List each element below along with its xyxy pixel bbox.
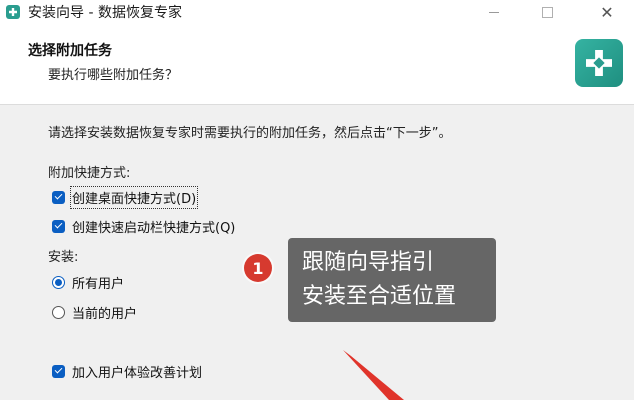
current-user-radio[interactable]: 当前的用户 [52,302,137,322]
checkbox-checked-icon [52,364,65,378]
intro-text: 请选择安装数据恢复专家时需要执行的附加任务，然后点击“下一步”。 [48,126,452,141]
callout-line-1: 跟随向导指引 [302,250,435,275]
arrow-shape [343,350,404,400]
product-logo-icon [575,39,623,87]
radio-unselected-icon [52,305,65,319]
close-icon: ✕ [600,2,614,22]
title-bar: 安装向导 - 数据恢复专家 ✕ [0,0,634,24]
minimize-button[interactable] [471,0,517,24]
desktop-shortcut-checkbox[interactable]: 创建桌面快捷方式(D) [52,185,199,209]
quick-launch-shortcut-checkbox[interactable]: 创建快速启动栏快捷方式(Q) [52,216,235,236]
checkbox-checked-icon [52,219,65,233]
window-title: 安装向导 - 数据恢复专家 [28,5,182,21]
app-logo-icon [6,5,20,19]
step-number-badge: 1 [244,254,272,282]
maximize-button[interactable] [524,0,570,24]
quick-launch-shortcut-label: 创建快速启动栏快捷方式(Q) [72,220,236,236]
callout-box: 跟随向导指引 安装至合适位置 [288,238,496,322]
experience-program-checkbox[interactable]: 加入用户体验改善计划 [52,361,202,381]
page-subtitle: 要执行哪些附加任务？ [48,68,179,83]
installer-window: 安装向导 - 数据恢复专家 ✕ 选择附加任务 要执行哪些附加任务？ 请选择安装数… [0,0,634,400]
all-users-radio[interactable]: 所有用户 [52,272,124,292]
desktop-shortcut-label: 创建桌面快捷方式(D) [69,185,199,209]
callout-line-2: 安装至合适位置 [302,284,457,309]
radio-selected-icon [52,275,65,289]
current-user-label: 当前的用户 [72,306,138,322]
all-users-label: 所有用户 [72,276,125,292]
minimize-icon [489,11,499,13]
install-section-label: 安装: [48,250,79,265]
experience-program-label: 加入用户体验改善计划 [72,365,203,381]
shortcuts-section-label: 附加快捷方式: [48,166,131,181]
checkbox-checked-icon [52,190,65,204]
page-title: 选择附加任务 [28,43,112,59]
wizard-header: 选择附加任务 要执行哪些附加任务？ [0,24,634,105]
maximize-icon [541,6,553,18]
close-button[interactable]: ✕ [584,0,630,24]
